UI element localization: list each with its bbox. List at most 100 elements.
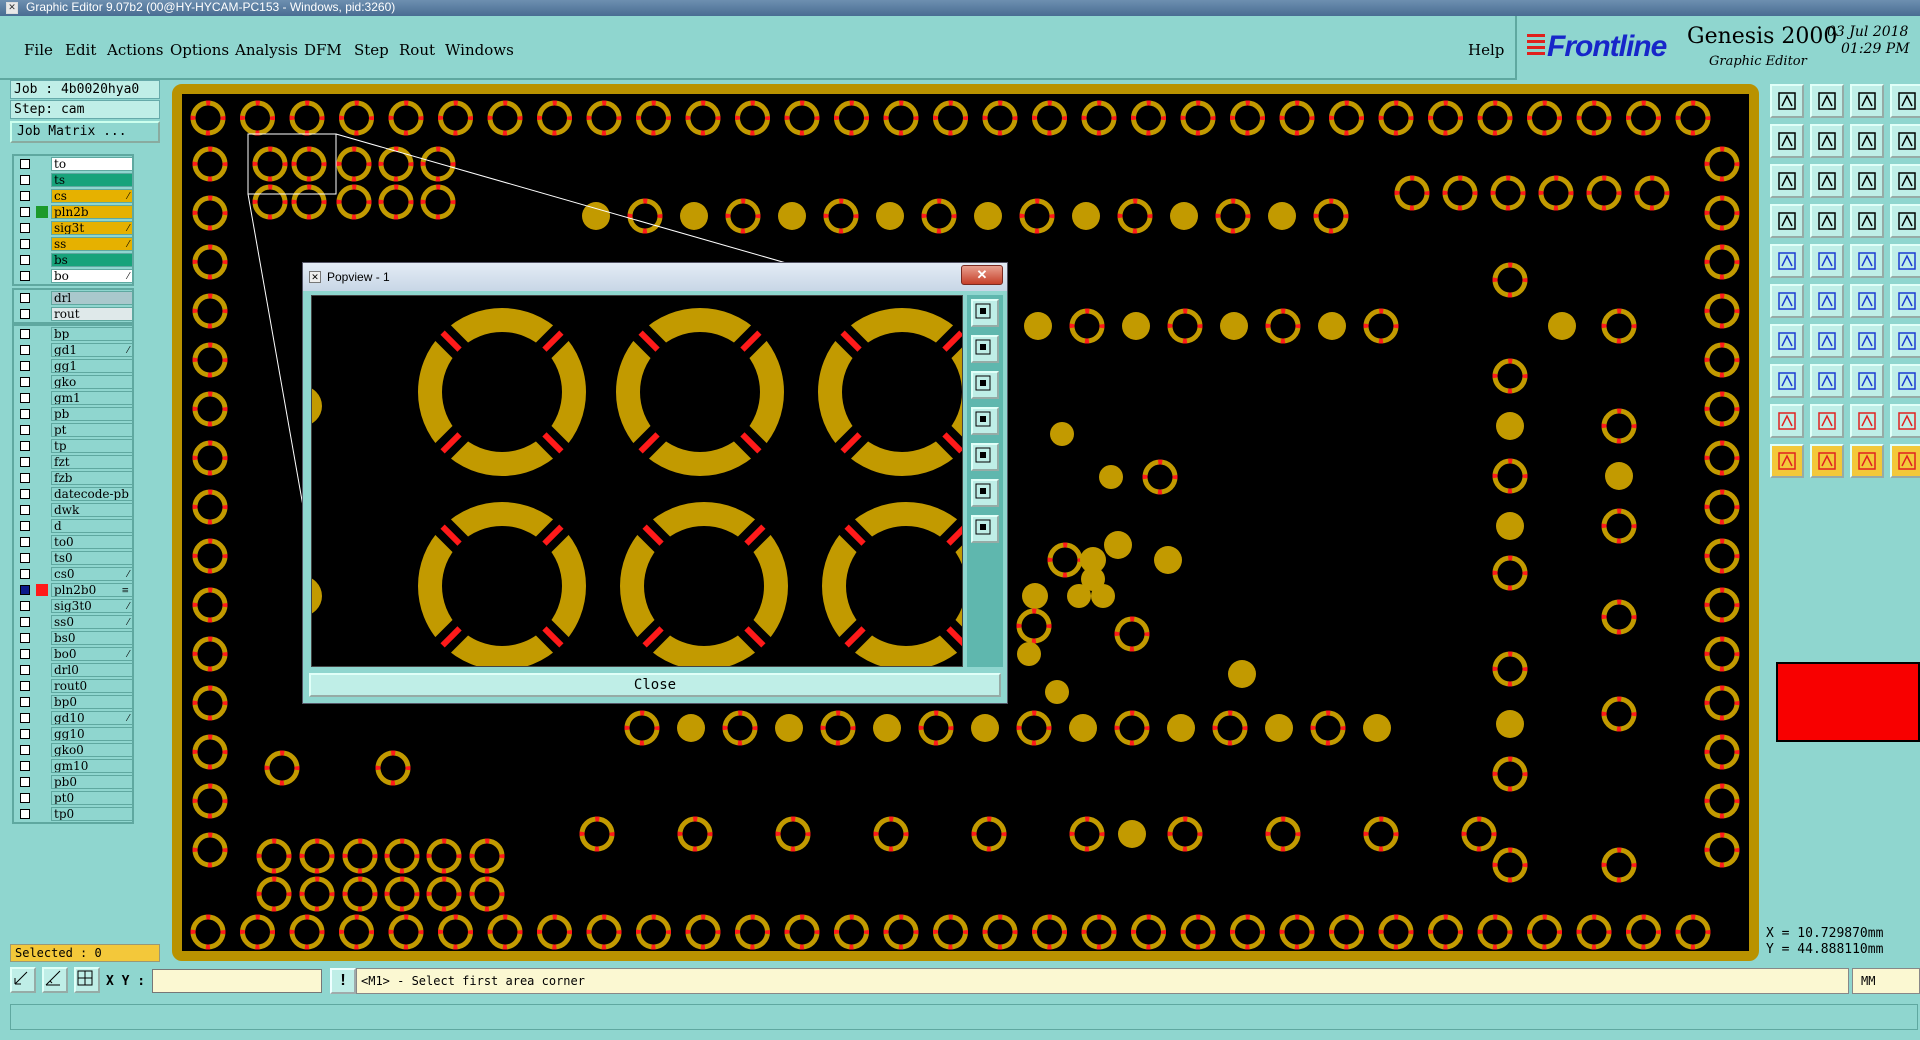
pan-left-icon[interactable] bbox=[971, 407, 999, 435]
layer-row[interactable]: gg10 bbox=[14, 726, 133, 742]
layer-row[interactable]: rout bbox=[14, 306, 133, 322]
snap-icon[interactable] bbox=[1770, 204, 1804, 238]
layer-row[interactable]: to bbox=[14, 156, 133, 172]
layer-name[interactable]: gko0 bbox=[51, 743, 133, 757]
popview-close-button[interactable]: Close bbox=[309, 673, 1001, 697]
zoom-center-icon[interactable] bbox=[1810, 164, 1844, 198]
measure-icon[interactable] bbox=[1810, 244, 1844, 278]
layer-color-swatch[interactable] bbox=[36, 222, 48, 234]
layer-row[interactable]: cs ⁄ bbox=[14, 188, 133, 204]
menu-edit[interactable]: Edit bbox=[65, 41, 96, 59]
layer-checkbox[interactable] bbox=[20, 239, 30, 249]
layer-name[interactable]: pln2b bbox=[51, 205, 133, 219]
layer-row[interactable]: gd1 ⁄ bbox=[14, 342, 133, 358]
menu-options[interactable]: Options bbox=[170, 41, 229, 59]
redraw-icon[interactable] bbox=[971, 515, 999, 543]
menu-actions[interactable]: Actions bbox=[107, 41, 163, 59]
layer-row[interactable]: bs0 bbox=[14, 630, 133, 646]
layer-checkbox[interactable] bbox=[20, 521, 30, 531]
layer-checkbox[interactable] bbox=[20, 633, 30, 643]
layer-row[interactable]: fzb bbox=[14, 470, 133, 486]
triangle-a-icon[interactable] bbox=[1770, 404, 1804, 438]
pointer-icon[interactable] bbox=[1770, 444, 1804, 478]
layer-checkbox[interactable] bbox=[20, 665, 30, 675]
line-icon[interactable] bbox=[1850, 284, 1884, 318]
measure-icon[interactable] bbox=[42, 967, 68, 993]
layer-checkbox[interactable] bbox=[20, 409, 30, 419]
layer-name[interactable]: pb0 bbox=[51, 775, 133, 789]
layer-checkbox[interactable] bbox=[20, 697, 30, 707]
flip-icon[interactable] bbox=[1850, 124, 1884, 158]
layer-name[interactable]: cs0 ⁄ bbox=[51, 567, 133, 581]
layer-row[interactable]: rout0 bbox=[14, 678, 133, 694]
layer-checkbox[interactable] bbox=[20, 601, 30, 611]
layer-color-swatch[interactable] bbox=[36, 664, 48, 676]
layer-name[interactable]: fzt bbox=[51, 455, 133, 469]
layer-name[interactable]: ts bbox=[51, 173, 133, 187]
layer-name[interactable]: pb bbox=[51, 407, 133, 421]
popview-close-x-button[interactable]: ✕ bbox=[961, 265, 1003, 285]
ratio-icon[interactable] bbox=[1850, 164, 1884, 198]
layer-name[interactable]: gd1 ⁄ bbox=[51, 343, 133, 357]
layer-checkbox[interactable] bbox=[20, 809, 30, 819]
layer-color-swatch[interactable] bbox=[36, 360, 48, 372]
layer-checkbox[interactable] bbox=[20, 553, 30, 563]
grid-icon[interactable] bbox=[74, 967, 100, 993]
layer-name[interactable]: to bbox=[51, 157, 133, 171]
layer-name[interactable]: gg10 bbox=[51, 727, 133, 741]
layer-name[interactable]: to0 bbox=[51, 535, 133, 549]
layer-color-swatch[interactable] bbox=[36, 158, 48, 170]
layer-row[interactable]: ss ⁄ bbox=[14, 236, 133, 252]
layer-row[interactable]: ts0 bbox=[14, 550, 133, 566]
layer-row[interactable]: pb bbox=[14, 406, 133, 422]
layer-checkbox[interactable] bbox=[20, 441, 30, 451]
menu-file[interactable]: File bbox=[24, 41, 53, 59]
triangle-d-icon[interactable] bbox=[1890, 404, 1920, 438]
menu-windows[interactable]: Windows bbox=[445, 41, 514, 59]
layer-row[interactable]: gko0 bbox=[14, 742, 133, 758]
layer-row[interactable]: pln2b bbox=[14, 204, 133, 220]
window-icon[interactable] bbox=[1890, 84, 1920, 118]
select-icon[interactable] bbox=[1890, 244, 1920, 278]
zoom-out-icon[interactable] bbox=[971, 371, 999, 399]
layer-name[interactable]: sig3t ⁄ bbox=[51, 221, 133, 235]
layer-name[interactable]: gm1 bbox=[51, 391, 133, 405]
layer-color-swatch[interactable] bbox=[36, 520, 48, 532]
layer-color-swatch[interactable] bbox=[36, 254, 48, 266]
zoom-fit-icon[interactable] bbox=[1770, 164, 1804, 198]
layer-color-swatch[interactable] bbox=[36, 308, 48, 320]
layer-color-swatch[interactable] bbox=[36, 760, 48, 772]
layer-name[interactable]: tp bbox=[51, 439, 133, 453]
layer-color-swatch[interactable] bbox=[36, 424, 48, 436]
layer-name[interactable]: gko bbox=[51, 375, 133, 389]
layer-checkbox[interactable] bbox=[20, 649, 30, 659]
layer-color-swatch[interactable] bbox=[36, 456, 48, 468]
align-icon[interactable] bbox=[1850, 364, 1884, 398]
layer-row[interactable]: tp0 bbox=[14, 806, 133, 822]
menu-rout[interactable]: Rout bbox=[399, 41, 435, 59]
layer-name[interactable]: pln2b0 ≡ bbox=[51, 583, 133, 597]
layer-row[interactable]: pb0 bbox=[14, 774, 133, 790]
layer-name[interactable]: pt0 bbox=[51, 791, 133, 805]
layer-row[interactable]: gm1 bbox=[14, 390, 133, 406]
layer-color-swatch[interactable] bbox=[36, 792, 48, 804]
zoom-home-icon[interactable] bbox=[971, 299, 999, 327]
layer-name[interactable]: bs bbox=[51, 253, 133, 267]
layer-checkbox[interactable] bbox=[20, 393, 30, 403]
add-pad-icon[interactable] bbox=[1770, 244, 1804, 278]
layer-row[interactable]: gg1 bbox=[14, 358, 133, 374]
layer-checkbox[interactable] bbox=[20, 569, 30, 579]
layer-checkbox[interactable] bbox=[20, 309, 30, 319]
layer-color-swatch[interactable] bbox=[36, 552, 48, 564]
popview-canvas[interactable] bbox=[311, 295, 963, 667]
menu-help[interactable]: Help bbox=[1468, 41, 1504, 59]
pan-left-icon[interactable] bbox=[1770, 124, 1804, 158]
layer-row[interactable]: dwk bbox=[14, 502, 133, 518]
units-selector[interactable]: MM bbox=[1852, 968, 1920, 994]
delete-icon[interactable] bbox=[1810, 284, 1844, 318]
layer-name[interactable]: pt bbox=[51, 423, 133, 437]
layer-checkbox[interactable] bbox=[20, 255, 30, 265]
layer-checkbox[interactable] bbox=[20, 681, 30, 691]
layer-checkbox[interactable] bbox=[20, 223, 30, 233]
layer-name[interactable]: cs ⁄ bbox=[51, 189, 133, 203]
